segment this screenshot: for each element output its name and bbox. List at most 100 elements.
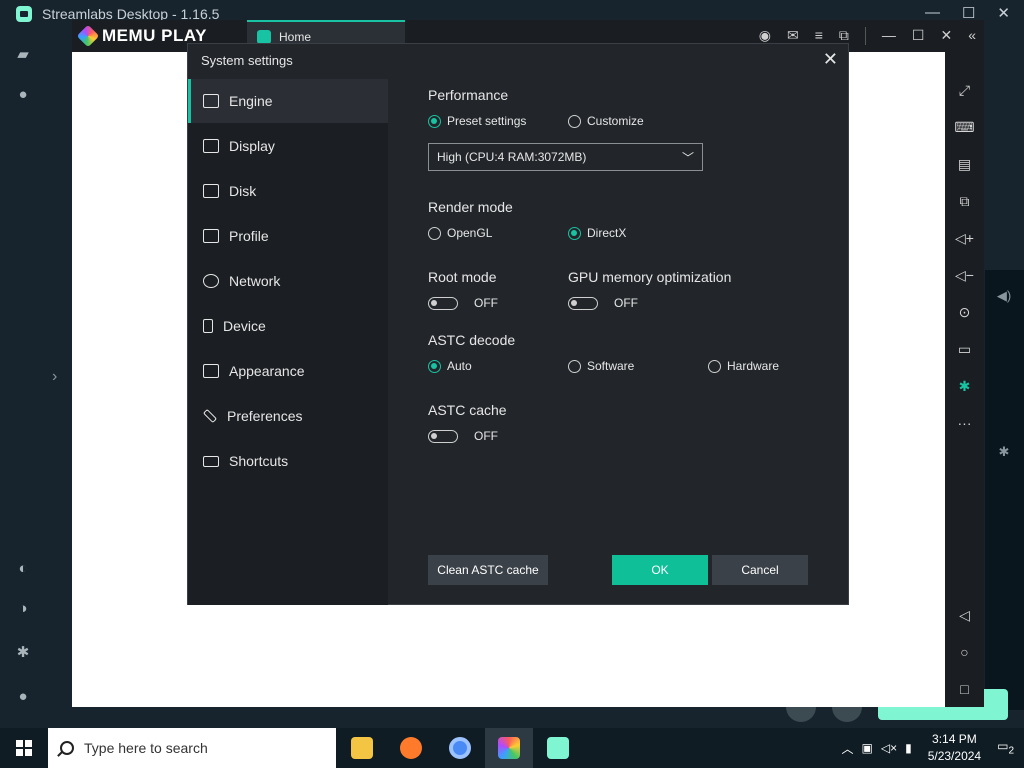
mixer-gear-icon[interactable]: ✱ [993,444,1015,460]
wrench-icon [202,408,218,424]
notifications-icon[interactable]: ▭2 [997,739,1014,756]
nav-item-label: Display [229,138,275,154]
astc-auto-radio[interactable]: Auto [428,359,472,373]
speaker-muted-icon[interactable]: ◁× [881,741,897,755]
nav-item-label: Device [223,318,266,334]
battery-icon[interactable]: ▮ [905,741,912,755]
memu-close-button[interactable]: ✕ [940,27,952,45]
nav-item-display[interactable]: Display [188,124,388,168]
globe-icon [203,274,219,288]
performance-preset-select[interactable]: High (CPU:4 RAM:3072MB) ﹀ [428,143,703,171]
chevron-right-icon[interactable]: › [52,368,57,386]
radio-dot [428,359,441,373]
toggle-state: OFF [614,296,638,310]
dialog-title: System settings [201,53,293,68]
nav-item-disk[interactable]: Disk [188,169,388,213]
opengl-radio[interactable]: OpenGL [428,226,492,240]
astc-decode-heading: ASTC decode [428,332,516,348]
firefox-app[interactable] [387,728,435,768]
file-explorer-app[interactable] [338,728,386,768]
radio-dot [428,114,441,128]
memu-right-toolbar: ⤢ ⌨ ▤ ⧉ ◁+ ◁− ⊙ ▭ ✱ ··· ◁ ○ □ [945,52,984,707]
nav-item-engine[interactable]: Engine [188,79,388,123]
editor-icon[interactable]: ▰ [14,46,32,64]
play-icon[interactable]: ● [14,86,32,104]
chevron-down-icon: ﹀ [681,151,694,165]
streamlabs-mixer-panel: ◀) ✱ [985,270,1024,710]
collapse-sidebar-icon[interactable]: « [968,27,976,45]
recents-icon[interactable]: □ [945,681,984,697]
taskbar-search[interactable]: Type here to search [48,728,336,768]
home-icon[interactable]: ○ [945,644,984,660]
network-icon[interactable]: ▣ [862,741,873,755]
memu-minimize-button[interactable]: — [882,27,896,45]
dashboard-icon[interactable]: ◑ [14,600,32,618]
volume-down-icon[interactable]: ◁− [945,267,984,284]
search-icon [60,741,74,755]
memu-icon [498,737,520,759]
astc-software-radio[interactable]: Software [568,359,634,373]
streamlabs-logo-icon [16,6,32,22]
radio-dot [708,359,721,373]
streamlabs-icon [547,737,569,759]
root-mode-toggle[interactable]: OFF [428,296,498,310]
nav-item-device[interactable]: Device [188,304,388,348]
toggle-track [568,296,598,310]
performance-heading: Performance [428,87,509,103]
streamlabs-app[interactable] [534,728,582,768]
chevron-up-icon[interactable]: ︿ [841,740,853,757]
folder-icon[interactable]: ▭ [945,341,984,358]
ok-button[interactable]: OK [612,555,708,585]
keyboard-icon[interactable]: ⌨ [945,119,984,136]
close-icon[interactable]: ✕ [823,49,838,70]
clock-date: 5/23/2024 [927,749,982,763]
start-button[interactable] [0,728,48,768]
toggle-track [428,296,458,310]
memu-app[interactable] [485,728,533,768]
settings-gear-icon[interactable]: ✱ [945,378,984,395]
fullscreen-icon[interactable]: ⤢ [945,82,984,99]
radio-dot [568,359,581,373]
location-icon[interactable]: ⊙ [945,304,984,321]
astc-cache-heading: ASTC cache [428,402,507,418]
gpu-memory-toggle[interactable]: OFF [568,296,638,310]
folder-icon [351,737,373,759]
tab-home-label: Home [279,30,312,44]
radio-label: Software [587,359,635,373]
memu-maximize-button[interactable]: ☐ [912,27,925,45]
close-window-button[interactable]: ✕ [997,4,1010,22]
radio-label: Hardware [727,359,780,373]
microphone-icon [203,319,213,333]
nav-item-label: Disk [229,183,257,199]
nav-item-network[interactable]: Network [188,259,388,303]
clean-astc-cache-button[interactable]: Clean ASTC cache [428,555,548,585]
directx-radio[interactable]: DirectX [568,226,626,240]
nav-item-preferences[interactable]: Preferences [188,394,388,438]
preset-settings-radio[interactable]: Preset settings [428,114,526,128]
astc-cache-toggle[interactable]: OFF [428,429,498,443]
chrome-app[interactable] [436,728,484,768]
nav-item-shortcuts[interactable]: Shortcuts [188,439,388,483]
cancel-button[interactable]: Cancel [712,555,808,585]
gear-icon[interactable]: ✱ [14,644,32,662]
multi-instance-icon[interactable]: ⧉ [945,193,984,210]
studio-mode-icon[interactable]: ◐ [14,560,32,578]
chip-icon [203,94,219,108]
volume-up-icon[interactable]: ◁+ [945,230,984,247]
user-icon[interactable]: ● [14,688,32,706]
toggle-track [428,429,458,443]
astc-hardware-radio[interactable]: Hardware [708,359,779,373]
nav-item-appearance[interactable]: Appearance [188,349,388,393]
radio-label: Preset settings [447,114,527,128]
nav-item-profile[interactable]: Profile [188,214,388,258]
radio-dot [428,226,441,240]
more-icon[interactable]: ··· [945,415,984,431]
apk-icon[interactable]: ▤ [945,156,984,173]
clock[interactable]: 3:14 PM 5/23/2024 [928,731,981,765]
memu-gem-icon [76,24,100,48]
toggle-state: OFF [474,296,498,310]
back-icon[interactable]: ◁ [945,607,984,624]
customize-radio[interactable]: Customize [568,114,644,128]
select-value: High (CPU:4 RAM:3072MB) [437,150,587,164]
volume-icon[interactable]: ◀) [993,288,1015,304]
